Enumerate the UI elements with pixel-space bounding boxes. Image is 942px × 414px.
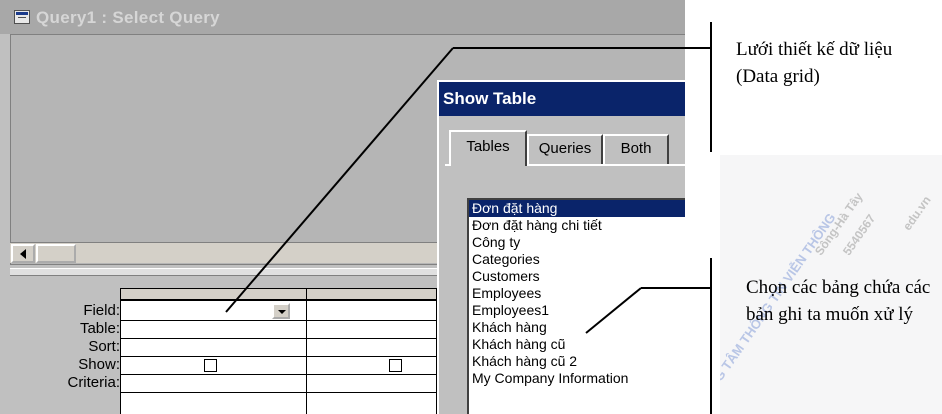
list-item[interactable]: Categories — [469, 251, 685, 268]
grid-row-line — [120, 320, 437, 321]
list-item[interactable]: Công ty — [469, 234, 685, 251]
table-list[interactable]: Đơn đặt hàng Đơn đặt hàng chi tiết Công … — [467, 198, 685, 414]
grid-label-field: Field: — [83, 302, 120, 319]
grid-label-table: Table: — [79, 320, 120, 337]
grid-row-line — [120, 300, 437, 301]
tab-queries[interactable]: Queries — [527, 134, 603, 164]
caption-choose-tables: Chọn các bảng chứa các bản ghi ta muốn x… — [746, 277, 931, 325]
list-item[interactable]: Đơn đặt hàng chi tiết — [469, 217, 685, 234]
list-item-selected[interactable]: Đơn đặt hàng — [469, 200, 685, 217]
callout-leader-bottom-horizontal — [641, 287, 710, 289]
query-window-title: Query1 : Select Query — [36, 8, 220, 27]
list-item[interactable]: Customers — [469, 268, 685, 285]
tab-tables[interactable]: Tables — [449, 130, 527, 166]
list-item[interactable]: Employees1 — [469, 302, 685, 319]
grid-column-2[interactable] — [306, 300, 437, 414]
column-selector-1[interactable] — [120, 288, 307, 300]
list-item[interactable]: My Company Information — [469, 370, 685, 387]
list-item[interactable]: Khách hàng — [469, 319, 685, 336]
scroll-left-arrow-icon[interactable] — [11, 244, 35, 263]
grid-row-line — [120, 374, 437, 375]
show-table-titlebar[interactable]: Show Table — [439, 82, 685, 116]
grid-row-line — [120, 338, 437, 339]
grid-row-line — [120, 392, 437, 393]
tab-both[interactable]: Both — [603, 134, 669, 164]
scroll-thumb[interactable] — [36, 244, 76, 263]
grid-label-sort: Sort: — [88, 338, 120, 355]
horizontal-scrollbar[interactable] — [10, 242, 480, 263]
query-window-icon — [14, 10, 30, 24]
grid-label-criteria: Criteria: — [67, 374, 120, 391]
callout-bracket-top — [710, 22, 712, 152]
field-dropdown-arrow-icon[interactable] — [272, 303, 290, 319]
list-item[interactable]: Khách hàng cũ — [469, 336, 685, 353]
show-checkbox-1[interactable] — [204, 359, 217, 372]
caption-data-grid: Lưới thiết kế dữ liệu (Data grid) — [736, 39, 893, 87]
show-table-dialog: Show Table Tables Queries Both Đơn đặt h… — [437, 80, 685, 414]
query-window-titlebar[interactable]: Query1 : Select Query — [0, 0, 685, 34]
watermark-text-4: edu.vn — [900, 193, 934, 234]
show-table-title: Show Table — [443, 89, 537, 108]
show-checkbox-2[interactable] — [389, 359, 402, 372]
grid-label-show: Show: — [78, 356, 120, 373]
callout-leader-top-horizontal — [453, 47, 710, 49]
list-item[interactable]: Khách hàng cũ 2 — [469, 353, 685, 370]
grid-row-line — [120, 356, 437, 357]
column-selector-2[interactable] — [306, 288, 437, 300]
callout-bracket-bottom — [710, 258, 712, 414]
